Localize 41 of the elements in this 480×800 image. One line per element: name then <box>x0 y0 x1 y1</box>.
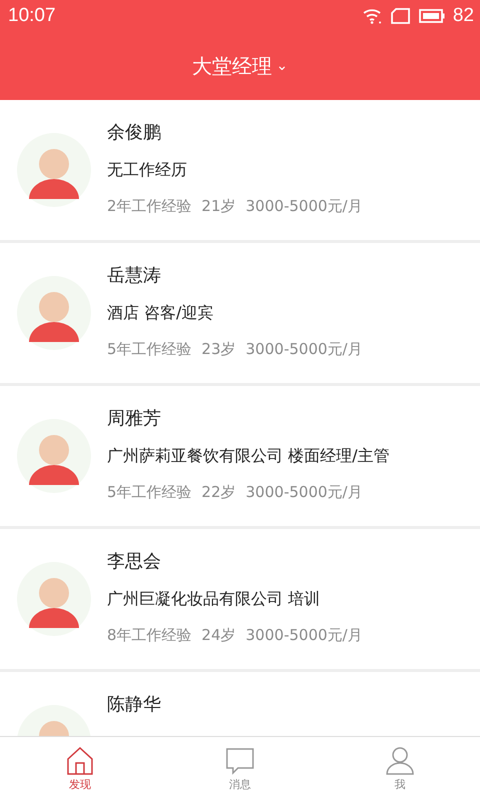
age: 23岁 <box>202 340 236 359</box>
avatar-icon <box>17 419 91 493</box>
candidate-name: 周雅芳 <box>107 407 162 430</box>
avatar-icon <box>17 562 91 636</box>
candidate-card[interactable]: 陈静华 <box>0 672 480 736</box>
tab-item[interactable]: 我 <box>320 737 480 800</box>
work-history: 无工作经历 <box>107 160 188 181</box>
candidate-card[interactable]: 周雅芳 广州萨莉亚餐饮有限公司 楼面经理/主管 5年工作经验 22岁 3000-5000元/月 <box>0 386 480 526</box>
age: 21岁 <box>202 197 236 216</box>
experience-years: 2年工作经验 <box>107 197 192 216</box>
salary-range: 3000-5000元/月 <box>246 197 362 216</box>
battery-percent: 82 <box>452 5 474 27</box>
candidate-name: 李思会 <box>107 550 162 573</box>
salary-range: 3000-5000元/月 <box>246 340 362 359</box>
experience-years: 5年工作经验 <box>107 483 192 502</box>
candidate-card[interactable]: 岳慧涛 酒店 咨客/迎宾 5年工作经验 23岁 3000-5000元/月 <box>0 243 480 383</box>
candidate-name: 岳慧涛 <box>107 264 162 287</box>
work-history: 广州萨莉亚餐饮有限公司 楼面经理/主管 <box>107 446 390 467</box>
salary-range: 3000-5000元/月 <box>246 483 362 502</box>
age: 24岁 <box>202 626 236 645</box>
candidate-name: 余俊鹏 <box>107 121 162 144</box>
status-time: 10:07 <box>8 5 56 27</box>
wifi-icon <box>362 8 383 24</box>
sim-card-icon <box>390 8 411 24</box>
candidate-card[interactable]: 余俊鹏 无工作经历 2年工作经验 21岁 3000-5000元/月 <box>0 100 480 240</box>
work-history: 酒店 咨客/迎宾 <box>107 303 214 324</box>
experience-years: 5年工作经验 <box>107 340 192 359</box>
avatar-icon <box>17 133 91 207</box>
battery-icon <box>418 8 445 24</box>
candidate-name: 陈静华 <box>107 693 161 716</box>
person-icon <box>385 745 415 775</box>
age: 22岁 <box>202 483 236 502</box>
tab-item[interactable]: 消息 <box>160 737 320 800</box>
avatar-icon <box>17 276 91 350</box>
salary-range: 3000-5000元/月 <box>246 626 362 645</box>
tab-item[interactable]: 发现 <box>0 737 160 800</box>
home-icon <box>65 745 95 775</box>
experience-years: 8年工作经验 <box>107 626 192 645</box>
work-history: 广州巨凝化妆品有限公司 培训 <box>107 589 322 610</box>
job-title-dropdown[interactable]: 大堂经理 ⌄ <box>188 48 292 84</box>
candidate-card[interactable]: 李思会 广州巨凝化妆品有限公司 培训 8年工作经验 24岁 3000-5000元/月 <box>0 529 480 669</box>
